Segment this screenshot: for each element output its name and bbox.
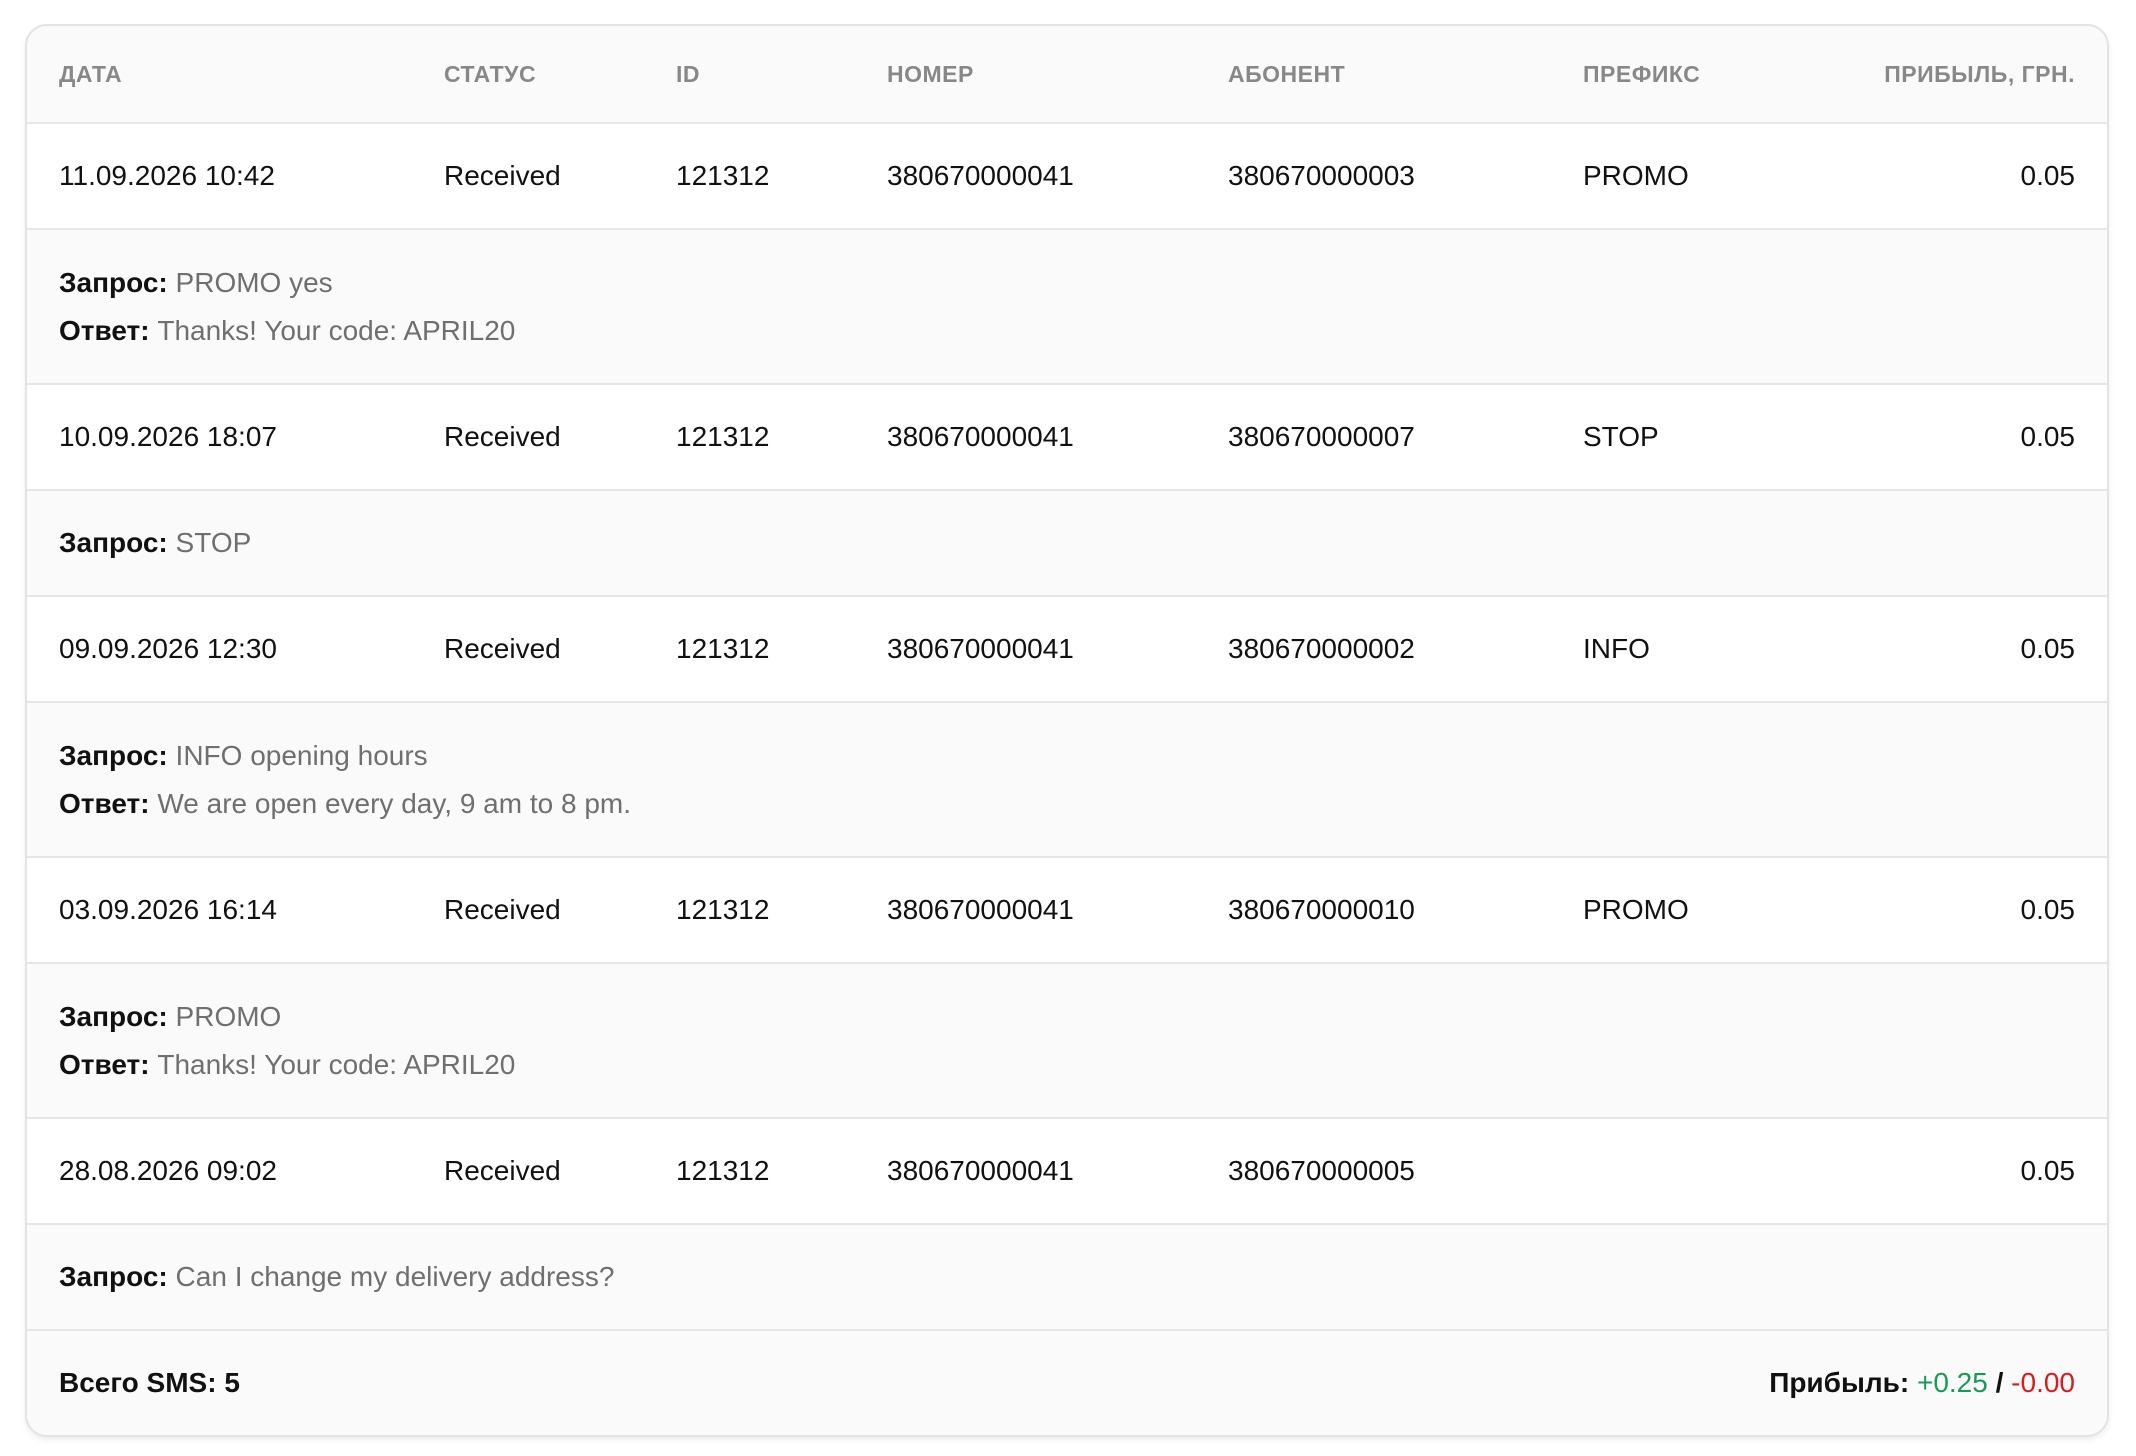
request-text: STOP [167,527,252,558]
cell-number: 380670000041 [887,894,1074,925]
cell-id: 121312 [676,633,770,664]
table-header: ДАТА СТАТУС ID НОМЕР АБОНЕНТ ПРЕФИКС ПРИ… [27,26,2107,124]
table-row[interactable]: 28.08.2026 09:02 Received 121312 3806700… [27,1119,2107,1225]
cell-status: Received [444,1155,561,1186]
cell-subscriber: 380670000007 [1228,421,1415,452]
cell-profit: 0.05 [2020,160,2076,191]
message-detail: Запрос: PROMO Ответ: Thanks! Your code: A… [27,964,2107,1119]
response-line: Ответ: Thanks! Your code: APRIL20 [59,307,2075,355]
cell-id: 121312 [676,421,770,452]
request-label: Запрос: [59,1261,168,1292]
table-footer: Всего SMS: 5 Прибыль: +0.25 / -0.00 [27,1331,2107,1435]
column-header-prefix[interactable]: ПРЕФИКС [1583,61,1863,88]
cell-date: 28.08.2026 09:02 [59,1155,277,1186]
cell-prefix: STOP [1583,421,1659,452]
cell-subscriber: 380670000010 [1228,894,1415,925]
cell-profit: 0.05 [2020,894,2076,925]
cell-subscriber: 380670000003 [1228,160,1415,191]
request-line: Запрос: INFO opening hours [59,732,2075,780]
cell-date: 09.09.2026 12:30 [59,633,277,664]
table-row[interactable]: 03.09.2026 16:14 Received 121312 3806700… [27,858,2107,964]
request-line: Запрос: Can I change my delivery address… [59,1253,2075,1301]
profit-summary-label: Прибыль: [1769,1367,1910,1398]
cell-prefix: PROMO [1583,160,1689,191]
column-header-status[interactable]: СТАТУС [444,61,676,88]
message-detail: Запрос: INFO opening hours Ответ: We are … [27,703,2107,858]
total-sms-count: Всего SMS: 5 [59,1367,240,1398]
cell-number: 380670000041 [887,421,1074,452]
response-label: Ответ: [59,1048,150,1080]
cell-profit: 0.05 [2020,421,2076,452]
table-row[interactable]: 09.09.2026 12:30 Received 121312 3806700… [27,597,2107,703]
request-label: Запрос: [59,266,168,298]
request-label: Запрос: [59,1000,168,1032]
column-header-id[interactable]: ID [676,61,887,88]
cell-subscriber: 380670000005 [1228,1155,1415,1186]
table-row[interactable]: 10.09.2026 18:07 Received 121312 3806700… [27,385,2107,491]
response-text: Thanks! Your code: APRIL20 [149,314,516,346]
column-header-profit[interactable]: ПРИБЫЛЬ, ГРН. [1863,61,2075,88]
cell-profit: 0.05 [2020,1155,2076,1186]
cell-prefix: PROMO [1583,894,1689,925]
response-label: Ответ: [59,787,150,819]
cell-status: Received [444,421,561,452]
request-label: Запрос: [59,739,168,771]
column-header-subscriber[interactable]: АБОНЕНТ [1228,61,1583,88]
profit-positive-value: +0.25 [1916,1367,1988,1398]
request-line: Запрос: PROMO yes [59,259,2075,307]
cell-status: Received [444,894,561,925]
profit-negative-value: -0.00 [2011,1367,2075,1398]
cell-id: 121312 [676,160,770,191]
response-line: Ответ: Thanks! Your code: APRIL20 [59,1041,2075,1089]
column-header-number[interactable]: НОМЕР [887,61,1228,88]
response-text: We are open every day, 9 am to 8 pm. [149,787,632,819]
cell-prefix: INFO [1583,633,1650,664]
cell-id: 121312 [676,894,770,925]
cell-profit: 0.05 [2020,633,2076,664]
sms-log-table: ДАТА СТАТУС ID НОМЕР АБОНЕНТ ПРЕФИКС ПРИ… [25,24,2109,1437]
cell-status: Received [444,633,561,664]
cell-id: 121312 [676,1155,770,1186]
cell-number: 380670000041 [887,633,1074,664]
message-detail: Запрос: Can I change my delivery address… [27,1225,2107,1331]
message-detail: Запрос: PROMO yes Ответ: Thanks! Your cod… [27,230,2107,385]
response-text: Thanks! Your code: APRIL20 [149,1048,516,1080]
cell-date: 03.09.2026 16:14 [59,894,277,925]
cell-number: 380670000041 [887,160,1074,191]
message-detail: Запрос: STOP [27,491,2107,597]
response-label: Ответ: [59,314,150,346]
request-text: Can I change my delivery address? [167,1261,615,1292]
cell-date: 11.09.2026 10:42 [59,160,275,191]
response-line: Ответ: We are open every day, 9 am to 8 … [59,780,2075,828]
table-body: 11.09.2026 10:42 Received 121312 3806700… [27,124,2107,1331]
profit-summary: Прибыль: +0.25 / -0.00 [1769,1367,2075,1399]
request-label: Запрос: [59,527,168,558]
cell-status: Received [444,160,561,191]
cell-number: 380670000041 [887,1155,1074,1186]
profit-separator: / [1995,1367,2004,1398]
request-line: Запрос: PROMO [59,993,2075,1041]
table-row[interactable]: 11.09.2026 10:42 Received 121312 3806700… [27,124,2107,230]
request-text: PROMO [167,1000,282,1032]
request-line: Запрос: STOP [59,519,2075,567]
request-text: INFO opening hours [167,739,428,771]
cell-subscriber: 380670000002 [1228,633,1415,664]
request-text: PROMO yes [167,266,333,298]
cell-date: 10.09.2026 18:07 [59,421,277,452]
column-header-date[interactable]: ДАТА [59,61,444,88]
